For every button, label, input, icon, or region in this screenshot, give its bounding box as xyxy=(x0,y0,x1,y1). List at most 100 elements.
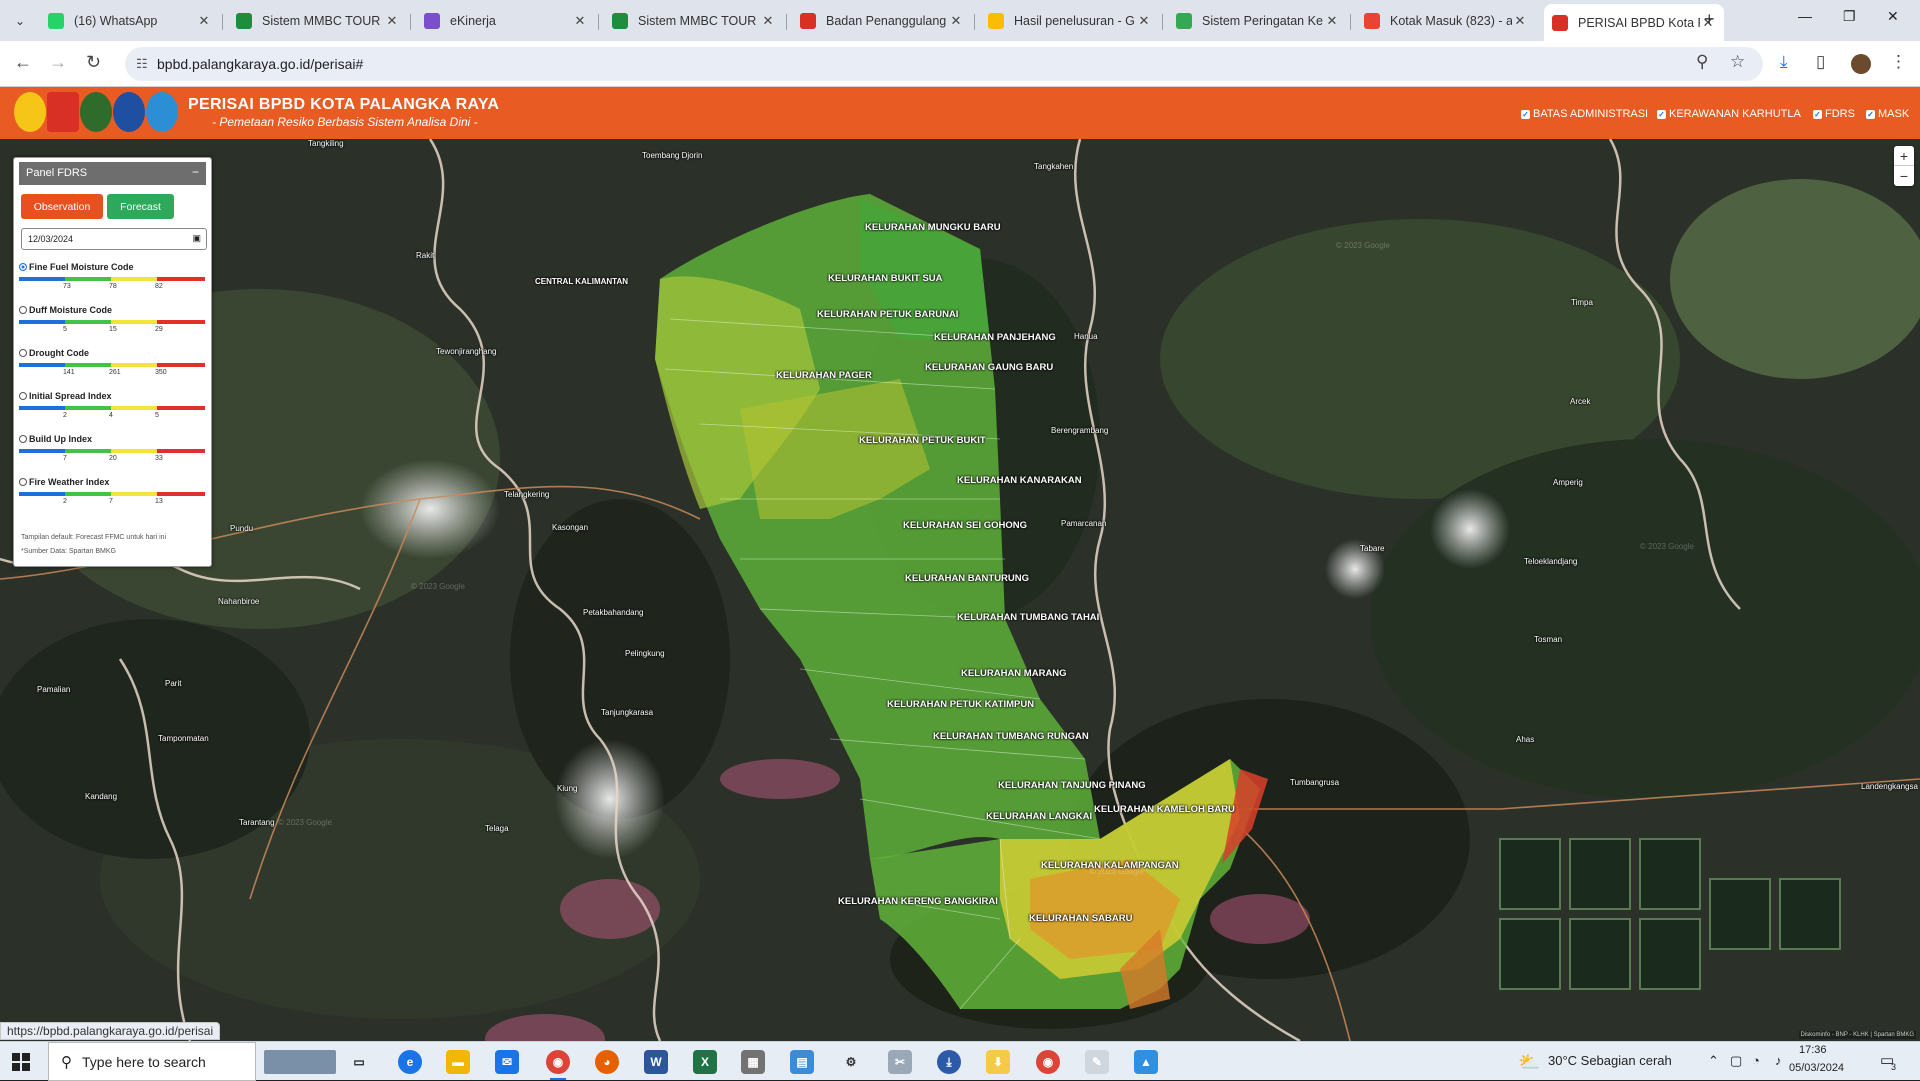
clock-date[interactable]: 05/03/2024 xyxy=(1789,1062,1844,1074)
browser-tab[interactable]: PERISAI BPBD Kota P ✕ xyxy=(1544,4,1724,41)
scale-tick-label: 350 xyxy=(155,369,167,376)
search-highlight-icon[interactable] xyxy=(264,1050,336,1074)
downloader-icon[interactable]: ⤓ xyxy=(937,1050,961,1074)
scale-segment xyxy=(19,406,65,410)
forward-icon[interactable]: → xyxy=(49,52,67,73)
tray-app-icon[interactable]: ▢ xyxy=(1730,1053,1742,1069)
scale-tick-label: 4 xyxy=(109,412,113,419)
tab-close-icon[interactable]: ✕ xyxy=(760,13,776,29)
calendar-icon[interactable]: ▣ xyxy=(192,233,201,244)
date-input[interactable]: 12/03/2024 ▣ xyxy=(21,228,207,250)
place-label: Tamponmatan xyxy=(158,734,209,743)
download-icon[interactable]: ⤓ xyxy=(1780,52,1788,72)
zoom-icon[interactable]: ⚲ xyxy=(1696,52,1708,72)
browser-tab[interactable]: Badan Penanggulang ✕ xyxy=(792,6,972,35)
place-label: Tangkahen xyxy=(1034,162,1074,171)
minimize-panel-button[interactable]: − xyxy=(192,165,199,179)
checkbox-icon[interactable]: ✓ xyxy=(1657,109,1666,119)
excel-icon[interactable]: X xyxy=(693,1050,717,1074)
close-window-icon[interactable]: ✕ xyxy=(1887,8,1899,25)
tab-close-icon[interactable]: ✕ xyxy=(1324,13,1340,29)
tab-separator xyxy=(1350,14,1351,30)
browser-menu-icon[interactable]: ⋮ xyxy=(1890,52,1907,72)
download-folder-icon[interactable]: ⬇ xyxy=(986,1050,1010,1074)
place-label: Pamarcanan xyxy=(1061,519,1107,528)
radio-button[interactable] xyxy=(19,435,27,443)
address-bar[interactable]: ☷ bpbd.palangkaraya.go.id/perisai# xyxy=(125,47,1763,81)
browser-tab[interactable]: Kotak Masuk (823) - a ✕ xyxy=(1356,6,1536,35)
chrome-profile-icon[interactable]: ◉ xyxy=(1036,1050,1060,1074)
radio-button[interactable] xyxy=(19,349,27,357)
radio-button[interactable] xyxy=(19,306,27,314)
network-icon[interactable]: ◔ xyxy=(1752,1053,1760,1068)
settings-gear-icon[interactable]: ⚙ xyxy=(839,1050,863,1074)
map-view[interactable]: KELURAHAN MUNGKU BARU KELURAHAN BUKIT SU… xyxy=(0,139,1920,1041)
scale-segment xyxy=(65,406,111,410)
taskbar-search-box[interactable]: ⚲ Type here to search xyxy=(48,1042,256,1081)
layer-toggle-batas-administrasi[interactable]: ✓ BATAS ADMINISTRASI xyxy=(1521,108,1648,120)
tab-close-icon[interactable]: ✕ xyxy=(572,13,588,29)
chrome-icon[interactable]: ◉ xyxy=(546,1050,570,1080)
reload-icon[interactable]: ↻ xyxy=(86,52,101,73)
layer-toggle-kerawanan-karhutla[interactable]: ✓ KERAWANAN KARHUTLA xyxy=(1657,108,1801,120)
scale-tick-label: 5 xyxy=(155,412,159,419)
back-icon[interactable]: ← xyxy=(14,52,32,73)
task-view-icon[interactable]: ▭ xyxy=(347,1050,371,1074)
minimize-window-icon[interactable]: — xyxy=(1798,8,1812,24)
layer-toggle-mask[interactable]: ✓ MASK xyxy=(1866,108,1909,120)
image-viewer-icon[interactable]: ▲ xyxy=(1134,1050,1158,1074)
tab-close-icon[interactable]: ✕ xyxy=(384,13,400,29)
calculator-icon[interactable]: ▦ xyxy=(741,1050,765,1074)
browser-tab[interactable]: Hasil penelusuran - G ✕ xyxy=(980,6,1160,35)
radio-button[interactable] xyxy=(19,263,27,271)
forecast-button[interactable]: Forecast xyxy=(107,194,174,219)
checkbox-icon[interactable]: ✓ xyxy=(1521,109,1530,119)
word-icon[interactable]: W xyxy=(644,1050,668,1074)
bookmark-star-icon[interactable]: ☆ xyxy=(1730,52,1745,72)
paint-icon[interactable]: ✎ xyxy=(1085,1050,1109,1074)
observation-button[interactable]: Observation xyxy=(21,194,103,219)
snipping-tool-icon[interactable]: ✂ xyxy=(888,1050,912,1074)
tab-close-icon[interactable]: ✕ xyxy=(196,13,212,29)
clock-time[interactable]: 17:36 xyxy=(1799,1044,1827,1056)
windows-start-icon[interactable] xyxy=(12,1053,30,1071)
photos-icon[interactable]: ▤ xyxy=(790,1050,814,1074)
tray-chevron-icon[interactable]: ⌃ xyxy=(1708,1053,1719,1069)
scale-tick-label: 33 xyxy=(155,455,163,462)
browser-tab[interactable]: eKinerja ✕ xyxy=(416,6,596,35)
restore-window-icon[interactable]: ❐ xyxy=(1843,8,1856,25)
file-explorer-icon[interactable]: ▬ xyxy=(446,1050,470,1074)
url-text: bpbd.palangkaraya.go.id/perisai# xyxy=(157,56,364,72)
tab-close-icon[interactable]: ✕ xyxy=(1512,13,1528,29)
place-label: Berengrambang xyxy=(1051,426,1109,435)
zoom-out-button[interactable]: − xyxy=(1894,166,1914,186)
place-label: Landengkangsa xyxy=(1861,782,1918,791)
weather-icon[interactable]: ⛅ xyxy=(1518,1052,1540,1073)
side-panel-icon[interactable]: ▯ xyxy=(1816,52,1825,72)
place-label: Tosman xyxy=(1534,635,1563,644)
weather-text[interactable]: 30°C Sebagian cerah xyxy=(1548,1053,1672,1068)
radio-button[interactable] xyxy=(19,478,27,486)
checkbox-icon[interactable]: ✓ xyxy=(1866,109,1875,119)
tab-search-icon[interactable]: ⌄ xyxy=(8,9,32,33)
layer-toggle-fdrs[interactable]: ✓ FDRS xyxy=(1813,108,1855,120)
zoom-in-button[interactable]: + xyxy=(1894,146,1914,166)
place-label: Nahanbiroe xyxy=(218,597,260,606)
site-info-icon[interactable]: ☷ xyxy=(136,56,148,72)
browser-tab[interactable]: Sistem Peringatan Ke ✕ xyxy=(1168,6,1348,35)
edge-icon[interactable]: e xyxy=(398,1050,422,1074)
volume-icon[interactable]: ♪ xyxy=(1775,1053,1782,1068)
browser-toolbar: ← → ↻ ☷ bpbd.palangkaraya.go.id/perisai#… xyxy=(0,41,1920,87)
tab-close-icon[interactable]: ✕ xyxy=(948,13,964,29)
browser-tab[interactable]: (16) WhatsApp ✕ xyxy=(40,6,220,35)
new-tab-icon[interactable]: + xyxy=(1704,9,1715,30)
checkbox-icon[interactable]: ✓ xyxy=(1813,109,1822,119)
browser-tab[interactable]: Sistem MMBC TOUR ✕ xyxy=(228,6,408,35)
profile-avatar[interactable] xyxy=(1851,54,1871,74)
firefox-icon[interactable]: ◕ xyxy=(595,1050,619,1074)
radio-button[interactable] xyxy=(19,392,27,400)
mail-icon[interactable]: ✉ xyxy=(495,1050,519,1074)
tab-close-icon[interactable]: ✕ xyxy=(1136,13,1152,29)
browser-tab[interactable]: Sistem MMBC TOUR ✕ xyxy=(604,6,784,35)
index-color-scale xyxy=(19,363,205,367)
